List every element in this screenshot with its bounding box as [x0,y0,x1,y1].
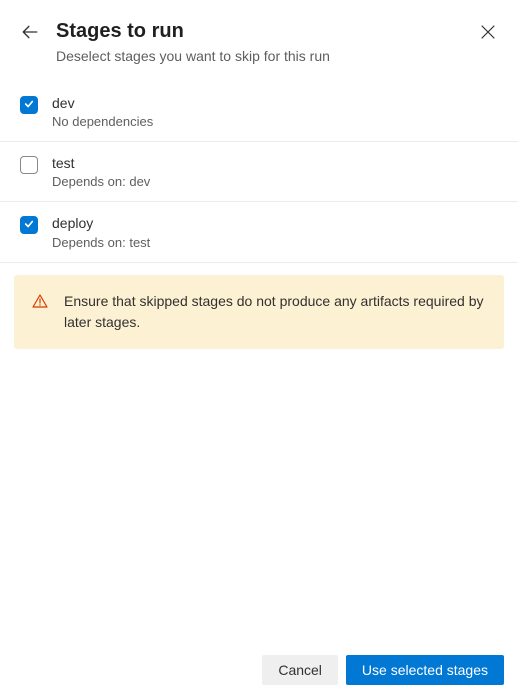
panel-title: Stages to run [56,18,478,44]
stage-dependency: No dependencies [52,114,498,129]
stage-checkbox-test[interactable] [20,156,38,174]
stage-text: deploy Depends on: test [52,214,498,249]
stage-item-dev[interactable]: dev No dependencies [0,82,518,142]
stage-name: dev [52,94,498,112]
stage-list: dev No dependencies test Depends on: dev… [0,82,518,263]
stage-checkbox-deploy[interactable] [20,216,38,234]
close-icon [480,24,496,40]
spacer [0,361,518,643]
stage-name: test [52,154,498,172]
stage-dependency: Depends on: dev [52,174,498,189]
warning-banner: Ensure that skipped stages do not produc… [14,275,504,349]
stage-text: test Depends on: dev [52,154,498,189]
close-button[interactable] [478,22,498,42]
stage-text: dev No dependencies [52,94,498,129]
panel-footer: Cancel Use selected stages [0,643,518,699]
checkmark-icon [24,219,34,231]
back-arrow-icon [21,23,39,41]
stage-item-deploy[interactable]: deploy Depends on: test [0,202,518,262]
cancel-button[interactable]: Cancel [262,655,338,685]
title-block: Stages to run Deselect stages you want t… [56,18,478,64]
stage-dependency: Depends on: test [52,235,498,250]
use-selected-stages-button[interactable]: Use selected stages [346,655,504,685]
panel-header: Stages to run Deselect stages you want t… [0,0,518,78]
stage-item-test[interactable]: test Depends on: dev [0,142,518,202]
warning-icon [32,293,48,309]
warning-text: Ensure that skipped stages do not produc… [64,291,486,333]
panel-subtitle: Deselect stages you want to skip for thi… [56,48,478,64]
checkmark-icon [24,99,34,111]
back-button[interactable] [20,22,40,42]
stage-name: deploy [52,214,498,232]
stage-checkbox-dev[interactable] [20,96,38,114]
